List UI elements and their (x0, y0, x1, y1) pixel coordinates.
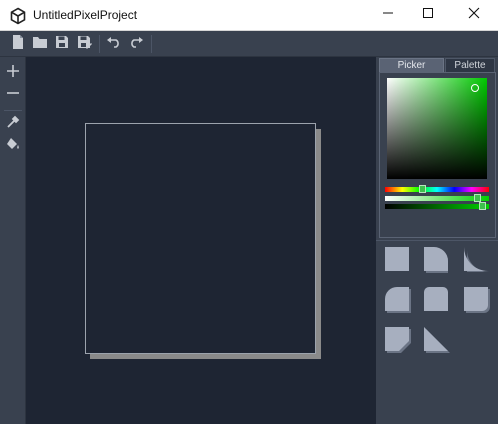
color-panel: Picker Palette (376, 57, 498, 424)
toolbar-separator (151, 35, 152, 53)
close-icon (468, 6, 480, 24)
panel-separator (376, 240, 498, 241)
redo-button[interactable] (128, 36, 144, 52)
drawing-canvas[interactable] (85, 123, 316, 354)
square-shape[interactable] (385, 247, 411, 273)
main-toolbar (0, 31, 498, 57)
eyedropper-button[interactable] (4, 115, 22, 133)
cut-bottom-right-shape[interactable] (385, 327, 411, 353)
new-file-button[interactable] (10, 34, 26, 55)
save-as-icon (77, 35, 92, 54)
maximize-icon (422, 6, 434, 24)
left-toolbar (0, 57, 26, 424)
rounded-bottom-right-shape[interactable] (464, 287, 490, 313)
hue-slider[interactable] (385, 187, 489, 192)
rounded-top-left-shape[interactable] (385, 287, 411, 313)
zoom-out-button[interactable] (4, 86, 22, 104)
paint-bucket-icon (6, 137, 20, 156)
rounded-top-right-shape[interactable] (424, 247, 450, 273)
color-cursor[interactable] (471, 84, 479, 92)
minimize-icon (382, 6, 394, 24)
eyedropper-icon (6, 115, 20, 134)
zoom-out-icon (6, 86, 20, 105)
save-as-button[interactable] (76, 35, 92, 54)
minimize-button[interactable] (366, 0, 410, 30)
open-folder-icon (32, 35, 48, 54)
title-bar: UntitledPixelProject (0, 0, 498, 31)
saturation-slider-handle[interactable] (474, 194, 481, 202)
paint-bucket-button[interactable] (4, 137, 22, 155)
tool-separator (4, 110, 22, 111)
canvas-area[interactable] (26, 57, 376, 424)
window-title: UntitledPixelProject (33, 8, 138, 22)
triangle-shape[interactable] (424, 327, 450, 353)
close-button[interactable] (452, 0, 496, 30)
saturation-value-square[interactable] (387, 78, 487, 179)
redo-icon (128, 35, 144, 53)
tab-picker[interactable]: Picker (379, 58, 444, 72)
concave-corner-shape[interactable] (464, 247, 490, 273)
tab-palette[interactable]: Palette (445, 58, 495, 72)
brightness-slider-handle[interactable] (479, 202, 486, 210)
unity-logo-icon (9, 7, 27, 25)
maximize-button[interactable] (406, 0, 450, 30)
zoom-in-button[interactable] (4, 64, 22, 82)
save-button[interactable] (54, 35, 70, 54)
new-file-icon (11, 34, 25, 55)
undo-icon (106, 35, 122, 53)
save-icon (55, 35, 69, 54)
hue-slider-handle[interactable] (419, 185, 426, 193)
zoom-in-icon (6, 64, 20, 83)
open-button[interactable] (32, 36, 48, 52)
undo-button[interactable] (106, 36, 122, 52)
toolbar-separator (99, 35, 100, 53)
brightness-slider[interactable] (385, 204, 489, 209)
small-rounded-shape[interactable] (424, 287, 450, 313)
